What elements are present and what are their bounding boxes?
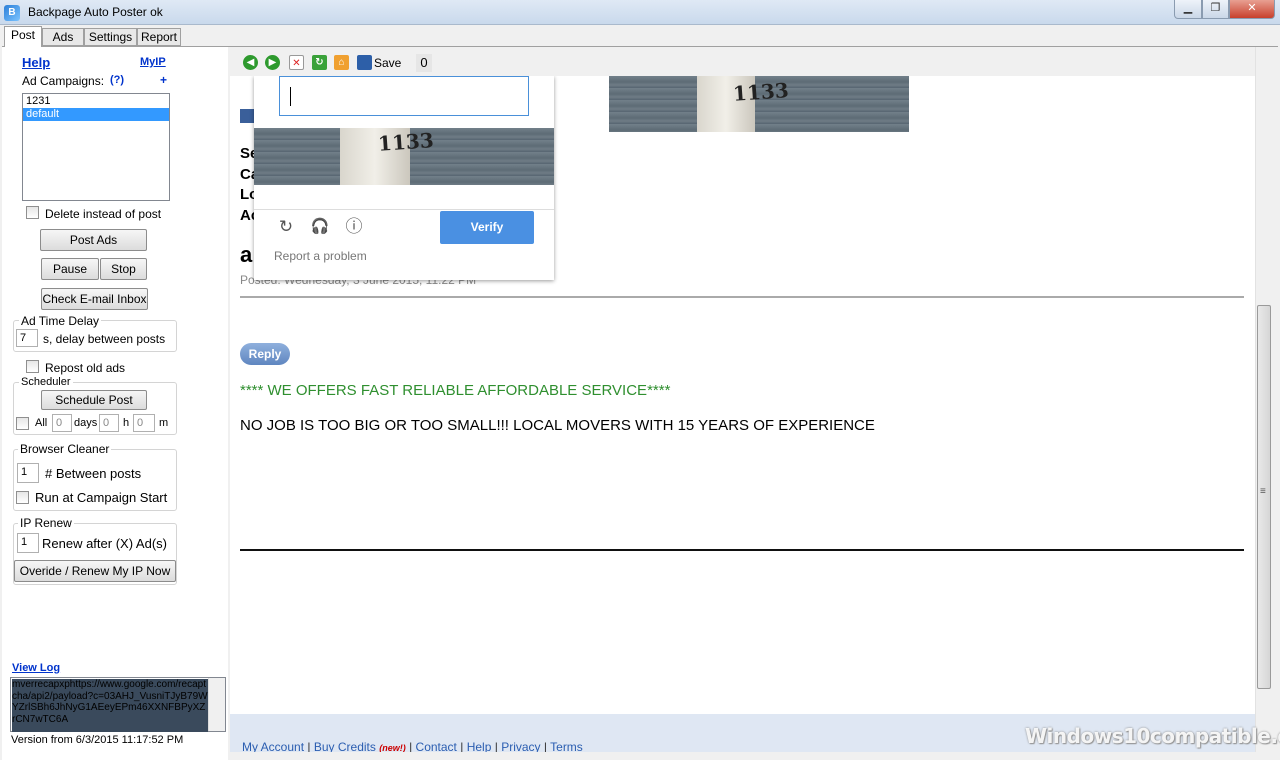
captcha-image[interactable]: 1133: [254, 128, 554, 185]
view-log-link[interactable]: View Log: [12, 662, 60, 674]
post-ads-button[interactable]: Post Ads: [40, 229, 147, 251]
web-scrollbar[interactable]: ≡: [1255, 47, 1272, 752]
app-icon: B: [4, 5, 20, 21]
myip-link[interactable]: MyIP: [140, 56, 166, 68]
add-campaign-button[interactable]: +: [160, 73, 167, 87]
schedule-minutes-input[interactable]: 0: [133, 414, 155, 432]
new-badge: (new!): [379, 743, 406, 752]
ad-photo: 1133: [609, 76, 909, 132]
captcha-input[interactable]: [279, 76, 529, 116]
footer-separator: |: [460, 740, 464, 752]
audio-icon[interactable]: 🎧: [310, 217, 330, 237]
renew-after-input[interactable]: 1: [17, 533, 39, 553]
schedule-hours-input[interactable]: 0: [99, 414, 119, 432]
time-delay-title: Ad Time Delay: [19, 314, 102, 328]
ad-description: NO JOB IS TOO BIG OR TOO SMALL!!! LOCAL …: [240, 417, 875, 434]
window-title: Backpage Auto Poster ok: [28, 5, 163, 19]
ad-title: a: [240, 242, 253, 267]
report-problem-link[interactable]: Report a problem: [274, 249, 367, 263]
schedule-minutes-label: m: [159, 417, 169, 429]
delete-instead-checkbox[interactable]: [26, 206, 39, 219]
stop-button[interactable]: Stop: [100, 258, 147, 280]
log-textarea[interactable]: mverrecapxphttps://www.google.com/recapt…: [10, 677, 226, 732]
watermark: Windows10compatible.com: [1025, 724, 1280, 748]
privacy-link[interactable]: Privacy: [501, 740, 540, 752]
ip-renew-title: IP Renew: [18, 516, 74, 530]
tab-post[interactable]: Post: [4, 26, 42, 47]
web-view[interactable]: 1133 Se Ca Lo Ac a Posted: Wednesday, 3 …: [230, 76, 1255, 752]
ad-tagline: **** WE OFFERS FAST RELIABLE AFFORDABLE …: [240, 382, 671, 399]
my-account-link[interactable]: My Account: [242, 740, 304, 752]
scheduler-title: Scheduler: [19, 376, 73, 388]
help-link[interactable]: Help: [22, 55, 50, 70]
repost-old-label: Repost old ads: [45, 361, 126, 375]
contact-link[interactable]: Contact: [416, 740, 457, 752]
cleaner-between-input[interactable]: 1: [17, 463, 39, 483]
back-icon[interactable]: ◀: [243, 55, 258, 70]
schedule-hours-label: h: [123, 417, 130, 429]
browser-cleaner-title: Browser Cleaner: [18, 442, 112, 456]
close-button[interactable]: ✕: [1229, 0, 1275, 19]
maximize-button[interactable]: ❐: [1202, 0, 1229, 19]
run-at-start-checkbox[interactable]: [16, 491, 29, 504]
pause-button[interactable]: Pause: [41, 258, 99, 280]
text-caret: [290, 87, 291, 106]
buy-credits-link[interactable]: Buy Credits: [314, 740, 376, 752]
home-icon[interactable]: ⌂: [334, 55, 349, 70]
repost-old-checkbox[interactable]: [26, 360, 39, 373]
check-email-button[interactable]: Check E-mail Inbox: [41, 288, 148, 310]
title-bar: B Backpage Auto Poster ok ▁ ❐ ✕: [0, 0, 1280, 25]
left-panel: Help MyIP Ad Campaigns: (?) + 1231 defau…: [2, 47, 228, 760]
browser-toolbar: ◀ ▶ ✕ ↻ ⌂ Save 0: [230, 50, 1278, 76]
verify-button[interactable]: Verify: [440, 211, 534, 244]
schedule-days-input[interactable]: 0: [52, 414, 72, 432]
footer-separator: |: [409, 740, 413, 752]
list-item[interactable]: default: [23, 108, 169, 121]
captcha-divider: [254, 209, 554, 210]
footer-separator: |: [307, 740, 311, 752]
refresh-icon[interactable]: ↻: [312, 55, 327, 70]
post-counter: 0: [416, 54, 432, 72]
schedule-all-checkbox[interactable]: [16, 417, 29, 430]
delay-suffix-label: s, delay between posts: [43, 332, 166, 346]
override-renew-ip-button[interactable]: Overide / Renew My IP Now: [14, 560, 176, 582]
schedule-days-label: days: [74, 417, 98, 429]
campaign-list[interactable]: 1231 default: [22, 93, 170, 201]
ad-image-thumb: [240, 109, 254, 123]
log-scrollbar[interactable]: [208, 678, 225, 731]
terms-link[interactable]: Terms: [550, 740, 583, 752]
delete-instead-label: Delete instead of post: [45, 207, 162, 221]
divider: [240, 296, 1244, 298]
delay-seconds-input[interactable]: 7: [16, 329, 38, 347]
grip-icon: ≡: [1260, 486, 1266, 497]
save-button[interactable]: Save: [374, 56, 401, 70]
schedule-all-label: All: [35, 417, 48, 429]
version-label: Version from 6/3/2015 11:17:52 PM: [11, 734, 184, 746]
footer-separator: |: [543, 740, 548, 752]
footer-separator: |: [494, 740, 498, 752]
renew-after-label: Renew after (X) Ad(s): [42, 536, 167, 551]
log-text: mverrecapxphttps://www.google.com/recapt…: [12, 679, 208, 732]
stop-icon[interactable]: ✕: [289, 55, 304, 70]
tab-ads[interactable]: Ads: [42, 28, 84, 46]
captcha-popup: 1133 ↻ 🎧 ⓘ Verify Report a problem: [254, 76, 554, 280]
campaigns-help-link[interactable]: (?): [110, 74, 124, 86]
scrollbar-thumb[interactable]: ≡: [1257, 305, 1271, 689]
tab-settings[interactable]: Settings: [84, 28, 137, 46]
reload-icon[interactable]: ↻: [276, 217, 296, 237]
save-icon[interactable]: [357, 55, 372, 70]
cleaner-between-label: # Between posts: [45, 466, 142, 481]
forward-icon[interactable]: ▶: [265, 55, 280, 70]
list-item[interactable]: 1231: [23, 95, 169, 108]
schedule-post-button[interactable]: Schedule Post: [41, 390, 147, 410]
info-icon[interactable]: ⓘ: [344, 217, 364, 237]
help-footer-link[interactable]: Help: [467, 740, 492, 752]
divider: [240, 549, 1244, 551]
minimize-button[interactable]: ▁: [1174, 0, 1202, 19]
run-at-start-label: Run at Campaign Start: [35, 490, 168, 505]
campaigns-label: Ad Campaigns:: [22, 74, 105, 88]
tab-report[interactable]: Report: [137, 28, 181, 46]
footer-links: My Account | Buy Credits (new!) | Contac…: [242, 740, 583, 752]
reply-button[interactable]: Reply: [240, 343, 290, 365]
